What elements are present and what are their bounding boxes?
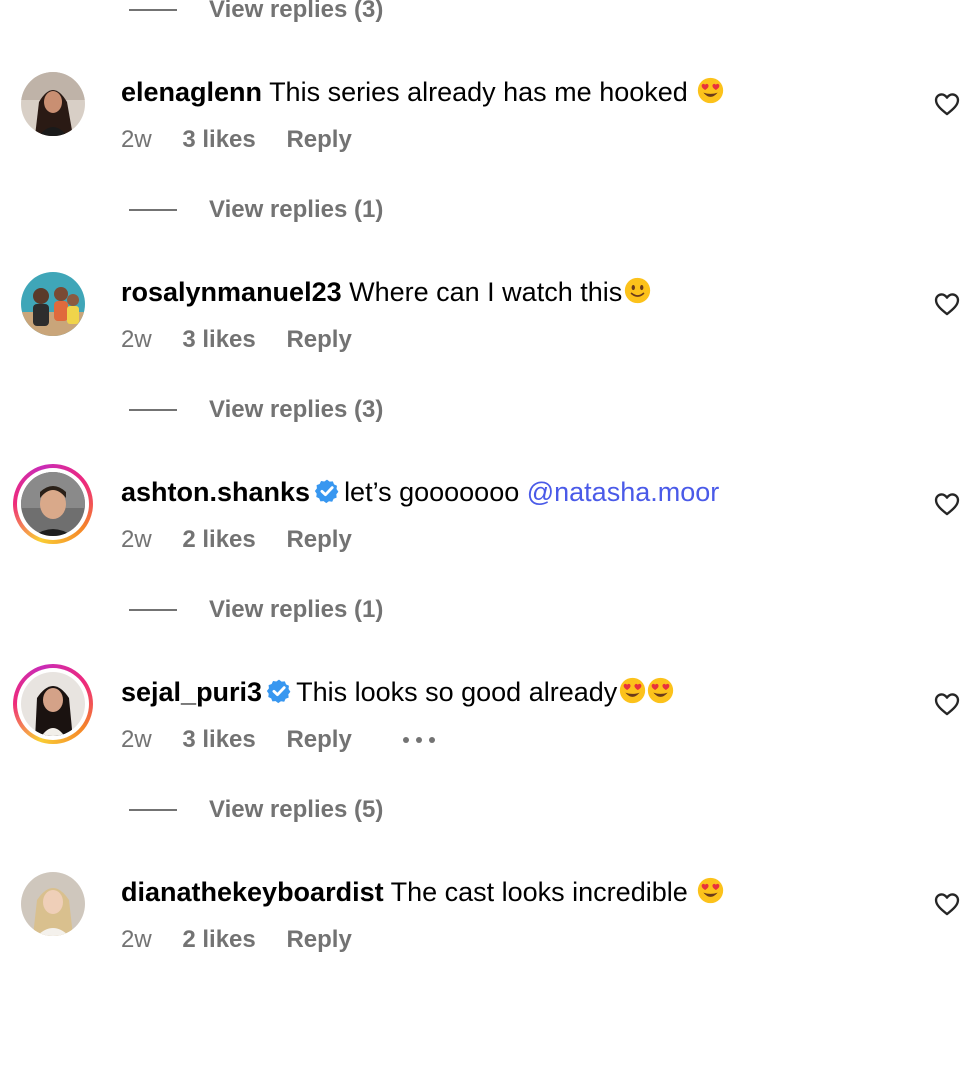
replies-divider bbox=[129, 609, 177, 611]
reply-button[interactable]: Reply bbox=[286, 926, 351, 953]
avatar[interactable] bbox=[21, 272, 85, 336]
view-replies-label[interactable]: View replies (5) bbox=[209, 794, 383, 826]
comment-body: This looks so good already bbox=[296, 677, 618, 707]
reply-button[interactable]: Reply bbox=[286, 126, 351, 153]
top-view-replies-row: View replies (3) bbox=[0, 0, 978, 28]
comment-item: ashton.shanks let’s gooooooo @natasha.moo… bbox=[0, 464, 978, 670]
heart-eyes-emoji-icon bbox=[647, 677, 674, 704]
comment-likes-count[interactable]: 3 likes bbox=[182, 126, 255, 153]
comment-timestamp[interactable]: 2w bbox=[121, 526, 152, 553]
comment-likes-count[interactable]: 2 likes bbox=[182, 926, 255, 953]
avatar-story-ring[interactable] bbox=[13, 464, 93, 544]
like-heart-icon[interactable] bbox=[933, 290, 961, 318]
comment-username[interactable]: dianathekeyboardist bbox=[121, 877, 384, 907]
avatar-photo bbox=[21, 272, 85, 336]
comment-likes-count[interactable]: 2 likes bbox=[182, 526, 255, 553]
reply-button[interactable]: Reply bbox=[286, 526, 351, 553]
comment-likes-count[interactable]: 3 likes bbox=[182, 726, 255, 753]
replies-divider bbox=[129, 209, 177, 211]
comment-body: The cast looks incredible bbox=[390, 877, 696, 907]
comment-meta: 2w 2 likes Reply bbox=[121, 924, 352, 956]
verified-badge-icon bbox=[266, 678, 292, 704]
comment-likes-count[interactable]: 3 likes bbox=[182, 326, 255, 353]
like-heart-icon[interactable] bbox=[933, 90, 961, 118]
verified-badge-icon bbox=[314, 478, 340, 504]
comment-text: sejal_puri3 This looks so good already bbox=[121, 674, 674, 710]
reply-button[interactable]: Reply bbox=[286, 726, 351, 753]
view-replies-label[interactable]: View replies (3) bbox=[209, 394, 383, 426]
more-options-icon[interactable] bbox=[402, 736, 436, 744]
comment-body: let’s gooooooo bbox=[344, 477, 527, 507]
comment-item: elenaglenn This series already has me ho… bbox=[0, 70, 978, 270]
comment-username[interactable]: rosalynmanuel23 bbox=[121, 277, 342, 307]
replies-divider bbox=[129, 9, 177, 11]
mention-link[interactable]: @natasha.moor bbox=[527, 477, 720, 507]
comment-username[interactable]: sejal_puri3 bbox=[121, 677, 262, 707]
comment-text: dianathekeyboardist The cast looks incre… bbox=[121, 874, 724, 910]
comment-timestamp[interactable]: 2w bbox=[121, 726, 152, 753]
like-heart-icon[interactable] bbox=[933, 690, 961, 718]
comment-item: sejal_puri3 This looks so good already 2w… bbox=[0, 664, 978, 870]
comment-item: dianathekeyboardist The cast looks incre… bbox=[0, 870, 978, 1070]
heart-eyes-emoji-icon bbox=[697, 877, 724, 904]
like-heart-icon[interactable] bbox=[933, 890, 961, 918]
comment-text: elenaglenn This series already has me ho… bbox=[121, 74, 724, 110]
replies-divider bbox=[129, 409, 177, 411]
comment-username[interactable]: elenaglenn bbox=[121, 77, 262, 107]
comment-timestamp[interactable]: 2w bbox=[121, 926, 152, 953]
view-replies-label[interactable]: View replies (1) bbox=[209, 194, 383, 226]
avatar-story-ring[interactable] bbox=[13, 664, 93, 744]
comment-timestamp[interactable]: 2w bbox=[121, 326, 152, 353]
slight-smile-emoji-icon bbox=[624, 277, 651, 304]
comment-meta: 2w 3 likes Reply bbox=[121, 724, 436, 756]
avatar-photo bbox=[21, 872, 85, 936]
heart-eyes-emoji-icon bbox=[697, 77, 724, 104]
comment-body: Where can I watch this bbox=[349, 277, 623, 307]
heart-eyes-emoji-icon bbox=[619, 677, 646, 704]
view-replies-label[interactable]: View replies (3) bbox=[209, 0, 383, 26]
comment-meta: 2w 2 likes Reply bbox=[121, 524, 352, 556]
avatar[interactable] bbox=[21, 72, 85, 136]
like-heart-icon[interactable] bbox=[933, 490, 961, 518]
avatar-photo bbox=[21, 72, 85, 136]
comment-timestamp[interactable]: 2w bbox=[121, 126, 152, 153]
comment-item: rosalynmanuel23 Where can I watch this 2… bbox=[0, 270, 978, 470]
avatar-photo bbox=[21, 472, 85, 536]
comment-text: ashton.shanks let’s gooooooo @natasha.moo… bbox=[121, 474, 719, 510]
replies-divider bbox=[129, 809, 177, 811]
reply-button[interactable]: Reply bbox=[286, 326, 351, 353]
comment-text: rosalynmanuel23 Where can I watch this bbox=[121, 274, 651, 310]
view-replies-label[interactable]: View replies (1) bbox=[209, 594, 383, 626]
comment-username[interactable]: ashton.shanks bbox=[121, 477, 310, 507]
avatar[interactable] bbox=[21, 872, 85, 936]
avatar-photo bbox=[21, 672, 85, 736]
comment-meta: 2w 3 likes Reply bbox=[121, 124, 352, 156]
comment-meta: 2w 3 likes Reply bbox=[121, 324, 352, 356]
comment-body: This series already has me hooked bbox=[269, 77, 696, 107]
